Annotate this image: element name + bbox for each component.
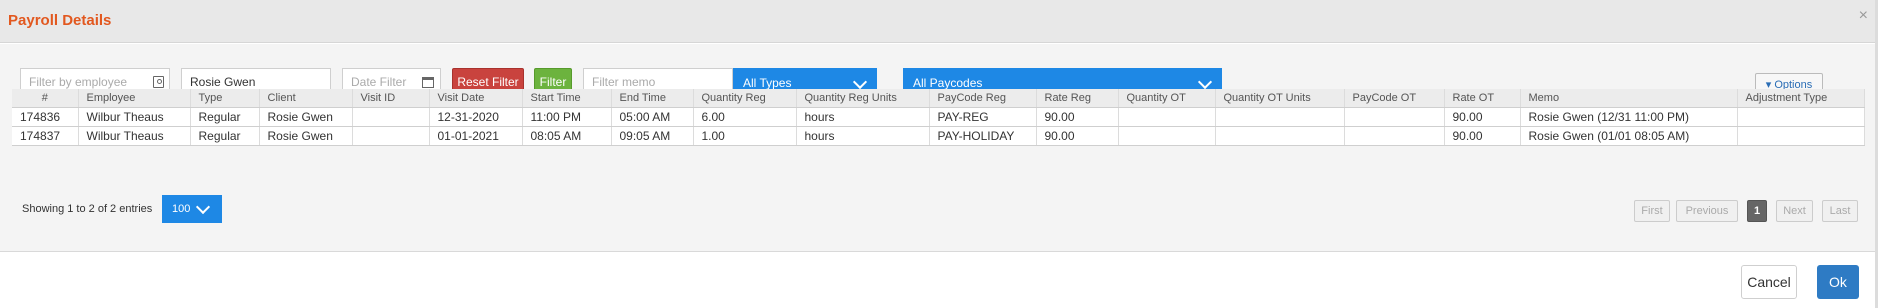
column-header[interactable]: Quantity Reg [693,89,797,108]
table-row[interactable]: 174837 Wilbur Theaus Regular Rosie Gwen 01-0… [12,126,1865,146]
column-header[interactable]: Employee [78,89,191,108]
column-header[interactable]: Quantity Reg Units [796,89,930,108]
column-header[interactable]: Visit ID [352,89,430,108]
table-cell: Wilbur Theaus [78,107,191,127]
column-header[interactable]: End Time [611,89,694,108]
payroll-details-dialog: Payroll Details × Filter by employee Ros… [0,0,1878,308]
types-select-value: All Types [743,76,792,90]
table-cell [1737,107,1865,127]
close-icon[interactable]: × [1859,8,1868,24]
table-cell: 09:05 AM [611,126,694,146]
table-cell [1737,126,1865,146]
column-header[interactable]: Client [259,89,353,108]
table-cell [352,126,430,146]
page-size-value: 100 [172,203,191,215]
client-filter-value: Rosie Gwen [190,75,256,89]
chevron-down-icon [1197,74,1213,90]
pager-current-page[interactable]: 1 [1747,200,1767,222]
table-cell [1215,107,1345,127]
paycodes-select-value: All Paycodes [913,76,983,90]
column-header[interactable]: Rate Reg [1036,89,1119,108]
contact-card-icon [153,76,164,88]
table-cell: Regular [190,126,260,146]
column-header[interactable]: Quantity OT [1118,89,1216,108]
page-size-select[interactable]: 100 [162,195,222,223]
column-header[interactable]: Quantity OT Units [1215,89,1345,108]
column-header[interactable]: Adjustment Type [1737,89,1865,108]
table-row[interactable]: 174836 Wilbur Theaus Regular Rosie Gwen 12-3… [12,107,1865,127]
table-cell: PAY-HOLIDAY [929,126,1037,146]
column-header[interactable]: PayCode Reg [929,89,1037,108]
dialog-header: Payroll Details × [0,0,1878,43]
table-cell: 90.00 [1036,126,1119,146]
table-cell: Rosie Gwen (01/01 08:05 AM) [1520,126,1738,146]
table-cell: 01-01-2021 [429,126,523,146]
column-header[interactable]: Memo [1520,89,1738,108]
memo-filter-placeholder: Filter memo [592,75,656,89]
column-header[interactable]: PayCode OT [1344,89,1445,108]
table-cell: 05:00 AM [611,107,694,127]
table-cell: 6.00 [693,107,797,127]
table-cell: 12-31-2020 [429,107,523,127]
table-cell [1215,126,1345,146]
table-cell: Rosie Gwen [259,107,353,127]
table-footer: Showing 1 to 2 of 2 entries 100 First Pr… [12,195,1860,223]
column-header[interactable]: Type [190,89,260,108]
column-header[interactable]: Rate OT [1444,89,1521,108]
table-cell [1344,126,1445,146]
table-cell: hours [796,107,930,127]
table-cell [1118,126,1216,146]
table-cell: Regular [190,107,260,127]
table-cell: 90.00 [1036,107,1119,127]
column-header[interactable]: Visit Date [429,89,523,108]
table-cell: 90.00 [1444,126,1521,146]
table-cell [352,107,430,127]
chevron-down-icon [852,74,868,90]
table-cell: Rosie Gwen (12/31 11:00 PM) [1520,107,1738,127]
chevron-down-icon [195,199,211,215]
pager-previous-button[interactable]: Previous [1676,200,1738,222]
table-header-row: # Employee Type Client Visit ID Visit Date Sta… [12,89,1865,108]
table-cell: 90.00 [1444,107,1521,127]
dialog-title: Payroll Details [8,12,112,29]
calendar-icon [422,77,434,88]
ok-button[interactable]: Ok [1817,265,1859,299]
table-cell: 174837 [12,126,79,146]
table-cell: 08:05 AM [522,126,612,146]
table-cell [1118,107,1216,127]
cancel-button[interactable]: Cancel [1741,265,1797,299]
table-cell: hours [796,126,930,146]
payroll-table: # Employee Type Client Visit ID Visit Date Sta… [12,89,1865,146]
pager-last-button[interactable]: Last [1822,200,1858,222]
table-cell: 11:00 PM [522,107,612,127]
table-cell: PAY-REG [929,107,1037,127]
table-cell: Rosie Gwen [259,126,353,146]
pager-first-button[interactable]: First [1634,200,1670,222]
date-filter-placeholder: Date Filter [351,75,407,89]
table-cell: 1.00 [693,126,797,146]
table-cell: Wilbur Theaus [78,126,191,146]
column-header[interactable]: # [12,89,79,108]
table-cell [1344,107,1445,127]
employee-filter-placeholder: Filter by employee [29,75,128,89]
column-header[interactable]: Start Time [522,89,612,108]
table-cell: 174836 [12,107,79,127]
showing-entries-text: Showing 1 to 2 of 2 entries [22,203,153,215]
pager-next-button[interactable]: Next [1776,200,1813,222]
